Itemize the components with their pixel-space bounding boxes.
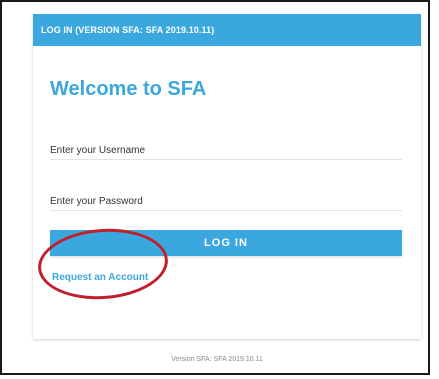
- login-button[interactable]: LOG IN: [50, 230, 402, 256]
- screenshot-frame: LOG IN (VERSION SFA: SFA 2019.10.11) Wel…: [0, 0, 430, 375]
- request-account-link[interactable]: Request an Account: [52, 272, 148, 283]
- card-header: LOG IN (VERSION SFA: SFA 2019.10.11): [33, 14, 421, 46]
- login-card: LOG IN (VERSION SFA: SFA 2019.10.11) Wel…: [33, 14, 421, 339]
- password-input[interactable]: [50, 192, 402, 211]
- header-title: LOG IN (VERSION SFA: SFA 2019.10.11): [41, 25, 215, 35]
- username-input[interactable]: [50, 141, 402, 160]
- welcome-heading: Welcome to SFA: [50, 78, 207, 100]
- version-footer: Version SFA: SFA 2019.10.11: [171, 356, 263, 363]
